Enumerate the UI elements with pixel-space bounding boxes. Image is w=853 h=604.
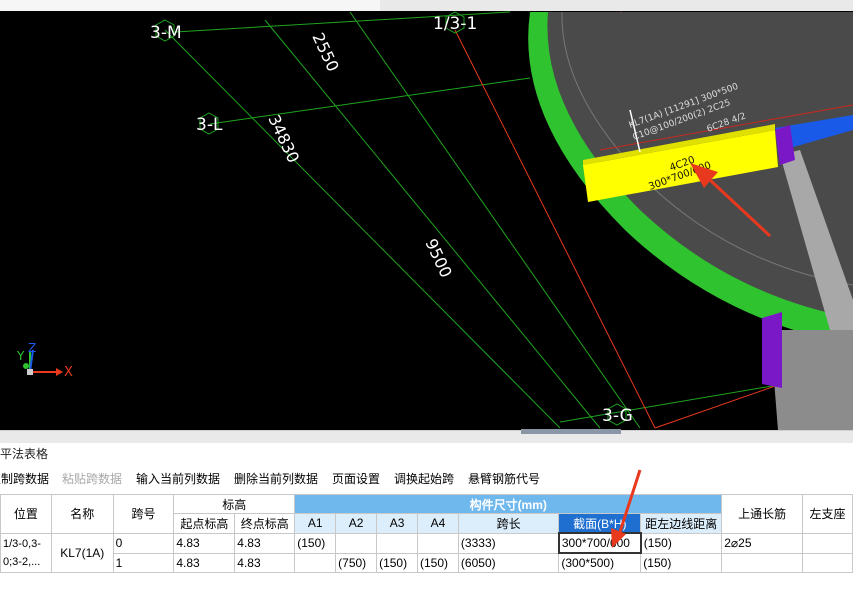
dimension-2550: 2550 — [308, 30, 342, 75]
swap-start-span-button[interactable]: 调换起始跨 — [394, 468, 454, 490]
header-a4[interactable]: A4 — [417, 513, 459, 534]
table-row: 1/3-0,3-0;3-2,... KL7(1A) 0 4.83 4.83 (1… — [0, 532, 853, 573]
cell-a4[interactable] — [417, 532, 459, 554]
dimension-34830: 34830 — [264, 112, 303, 166]
dimension-labels: 2550 34830 9500 — [264, 30, 455, 281]
delete-column-data-button[interactable]: 删除当前列数据 — [234, 468, 318, 490]
cantilever-rebar-code-button[interactable]: 悬臂钢筋代号 — [468, 468, 540, 490]
cell-span[interactable]: 1 — [112, 552, 175, 573]
cell-top-rebar[interactable] — [721, 552, 803, 573]
cell-a1[interactable]: (150) — [294, 532, 337, 554]
axis-label-3l: 3-L — [196, 115, 223, 135]
header-end-elevation[interactable]: 终点标高 — [234, 513, 296, 534]
cell-a3[interactable]: (150) — [376, 552, 418, 573]
axis-x-label: X — [64, 365, 73, 380]
cell-a2[interactable] — [335, 532, 378, 554]
cell-name[interactable]: KL7(1A) — [50, 532, 114, 573]
cell-section-selected[interactable]: 300*700/600 — [557, 532, 642, 554]
circular-slab — [528, 11, 853, 430]
header-position[interactable]: 位置 — [0, 494, 52, 534]
paste-span-data-button[interactable]: 粘贴跨数据 — [62, 468, 122, 490]
cell-offset[interactable]: (150) — [640, 532, 723, 554]
cell-a2[interactable]: (750) — [335, 552, 378, 573]
header-dimension-group: 构件尺寸(mm) — [294, 494, 723, 514]
axis-y-label: Y — [16, 349, 25, 363]
header-section[interactable]: 截面(B*H) — [558, 513, 642, 534]
axis-label-3m: 3-M — [150, 23, 182, 43]
header-span-length[interactable]: 跨长 — [457, 513, 560, 534]
axis-z-label: Z — [28, 341, 36, 355]
cell-end-elev[interactable]: 4.83 — [234, 552, 296, 573]
axis-label-3g: 3-G — [602, 406, 633, 426]
cell-left-support[interactable] — [801, 532, 853, 554]
header-a1[interactable]: A1 — [294, 513, 337, 534]
header-left-support[interactable]: 左支座 — [801, 494, 853, 534]
header-a3[interactable]: A3 — [376, 513, 418, 534]
copy-span-data-button[interactable]: 复制跨数据 — [0, 468, 49, 490]
cell-start-elev[interactable]: 4.83 — [173, 552, 236, 573]
cell-span[interactable]: 0 — [112, 532, 175, 554]
cell-offset[interactable]: (150) — [640, 552, 723, 573]
table-toolbar: 复制跨数据 粘贴跨数据 输入当前列数据 删除当前列数据 页面设置 调换起始跨 悬… — [0, 468, 853, 490]
cell-top-rebar[interactable]: 2⌀25 — [721, 532, 803, 554]
panel-title: 梁平法表格 — [0, 447, 49, 461]
cell-section[interactable]: (300*500) — [558, 552, 642, 573]
header-name[interactable]: 名称 — [50, 494, 114, 534]
input-column-data-button[interactable]: 输入当前列数据 — [136, 468, 220, 490]
header-start-elevation[interactable]: 起点标高 — [173, 513, 236, 534]
header-top-through-rebar[interactable]: 上通长筋 — [721, 494, 803, 534]
cell-end-elev[interactable]: 4.83 — [234, 532, 296, 554]
cell-position[interactable]: 1/3-0,3-0;3-2,... — [0, 532, 52, 573]
table-row: 1 4.83 4.83 (750) (150) (150) (6050) (30… — [1, 552, 853, 573]
panel-splitter[interactable] — [0, 429, 853, 443]
header-span-no[interactable]: 跨号 — [112, 494, 175, 534]
cell-span-length[interactable]: (3333) — [457, 532, 560, 554]
beam-span-table: 位置 名称 跨号 标高 构件尺寸(mm) 上通长筋 左支座 起点标高 终点标高 … — [0, 494, 853, 573]
dimension-9500: 9500 — [421, 236, 455, 281]
coordinate-axes-icon: X Y Z — [16, 341, 73, 380]
cell-a3[interactable] — [376, 532, 418, 554]
cell-left-support[interactable] — [801, 552, 853, 573]
header-elevation-group: 标高 — [173, 494, 296, 514]
axis-label-1-3-1: 1/3-1 — [433, 14, 477, 34]
header-a2[interactable]: A2 — [335, 513, 378, 534]
viewport-top-input — [0, 0, 380, 11]
header-offset[interactable]: 距左边线距离 — [640, 513, 723, 534]
cell-a1[interactable] — [294, 552, 337, 573]
viewport-drawing: KL7(1A) [11291] 300*500 C10@100/200(2) 2… — [0, 0, 853, 430]
cad-3d-viewport[interactable]: KL7(1A) [11291] 300*500 C10@100/200(2) 2… — [0, 0, 853, 430]
cell-start-elev[interactable]: 4.83 — [173, 532, 236, 554]
cell-a4[interactable]: (150) — [417, 552, 459, 573]
splitter-grip[interactable] — [521, 429, 621, 434]
cell-span-length[interactable]: (6050) — [457, 552, 560, 573]
page-setup-button[interactable]: 页面设置 — [332, 468, 380, 490]
